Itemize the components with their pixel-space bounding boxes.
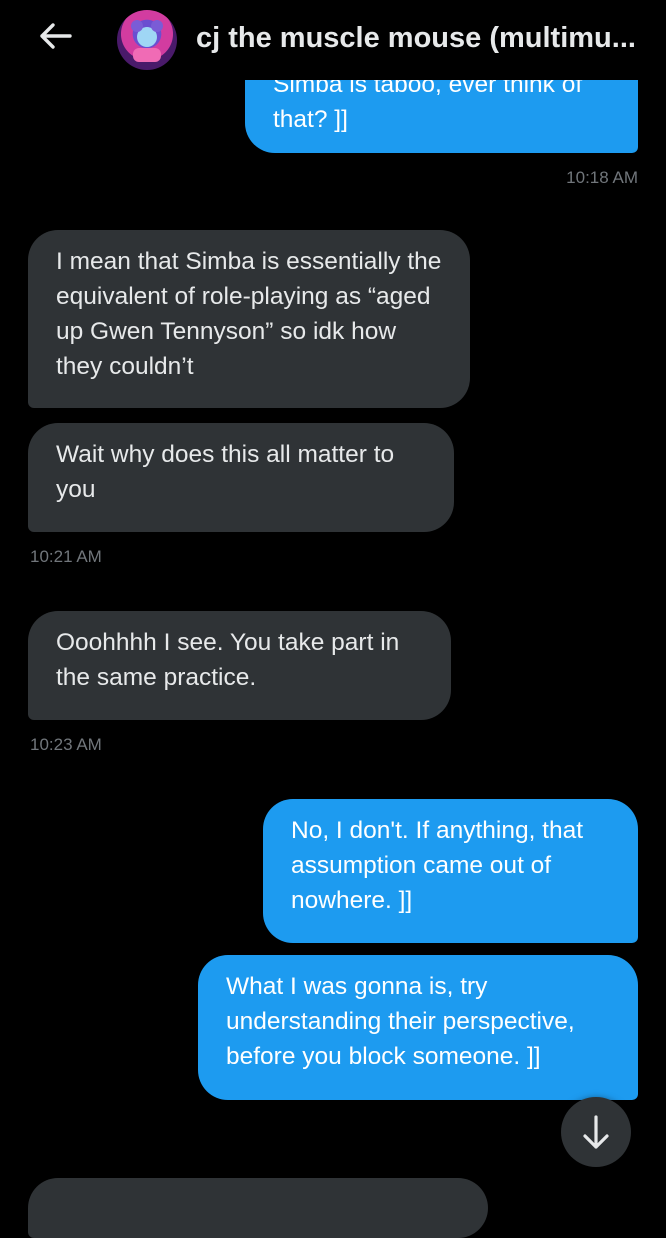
message-text: Wait why does this all matter to you — [56, 441, 395, 503]
message-text: What I was gonna is, try understanding t… — [226, 973, 575, 1070]
message-text: I mean that Simba is essentially the equ… — [56, 248, 442, 380]
message-text: Ooohhhh I see. You take part in the same… — [56, 629, 400, 691]
message-bubble-received[interactable]: I mean that Simba is essentially the equ… — [28, 230, 470, 408]
message-bubble-sent[interactable]: No, I don't. If anything, that assumptio… — [263, 799, 638, 943]
message-bubble-received[interactable]: Ooohhhh I see. You take part in the same… — [28, 611, 451, 720]
conversation-header: cj the muscle mouse (multimu... — [0, 0, 666, 80]
scroll-to-bottom-button[interactable] — [561, 1097, 631, 1167]
arrow-down-icon — [583, 1115, 609, 1149]
message-bubble-received[interactable] — [28, 1178, 488, 1238]
timestamp: 10:21 AM — [30, 547, 102, 566]
message-text: Simba is taboo, ever think of that? ]] — [273, 71, 583, 133]
back-button[interactable] — [36, 16, 76, 56]
back-arrow-icon — [40, 23, 72, 49]
conversation-title[interactable]: cj the muscle mouse (multimu... — [196, 22, 656, 55]
timestamp: 10:23 AM — [30, 735, 102, 754]
timestamp: 10:18 AM — [566, 168, 638, 187]
message-text: No, I don't. If anything, that assumptio… — [291, 817, 584, 914]
message-bubble-sent[interactable]: What I was gonna is, try understanding t… — [198, 955, 638, 1100]
avatar[interactable] — [117, 10, 177, 70]
message-bubble-received[interactable]: Wait why does this all matter to you — [28, 423, 454, 532]
